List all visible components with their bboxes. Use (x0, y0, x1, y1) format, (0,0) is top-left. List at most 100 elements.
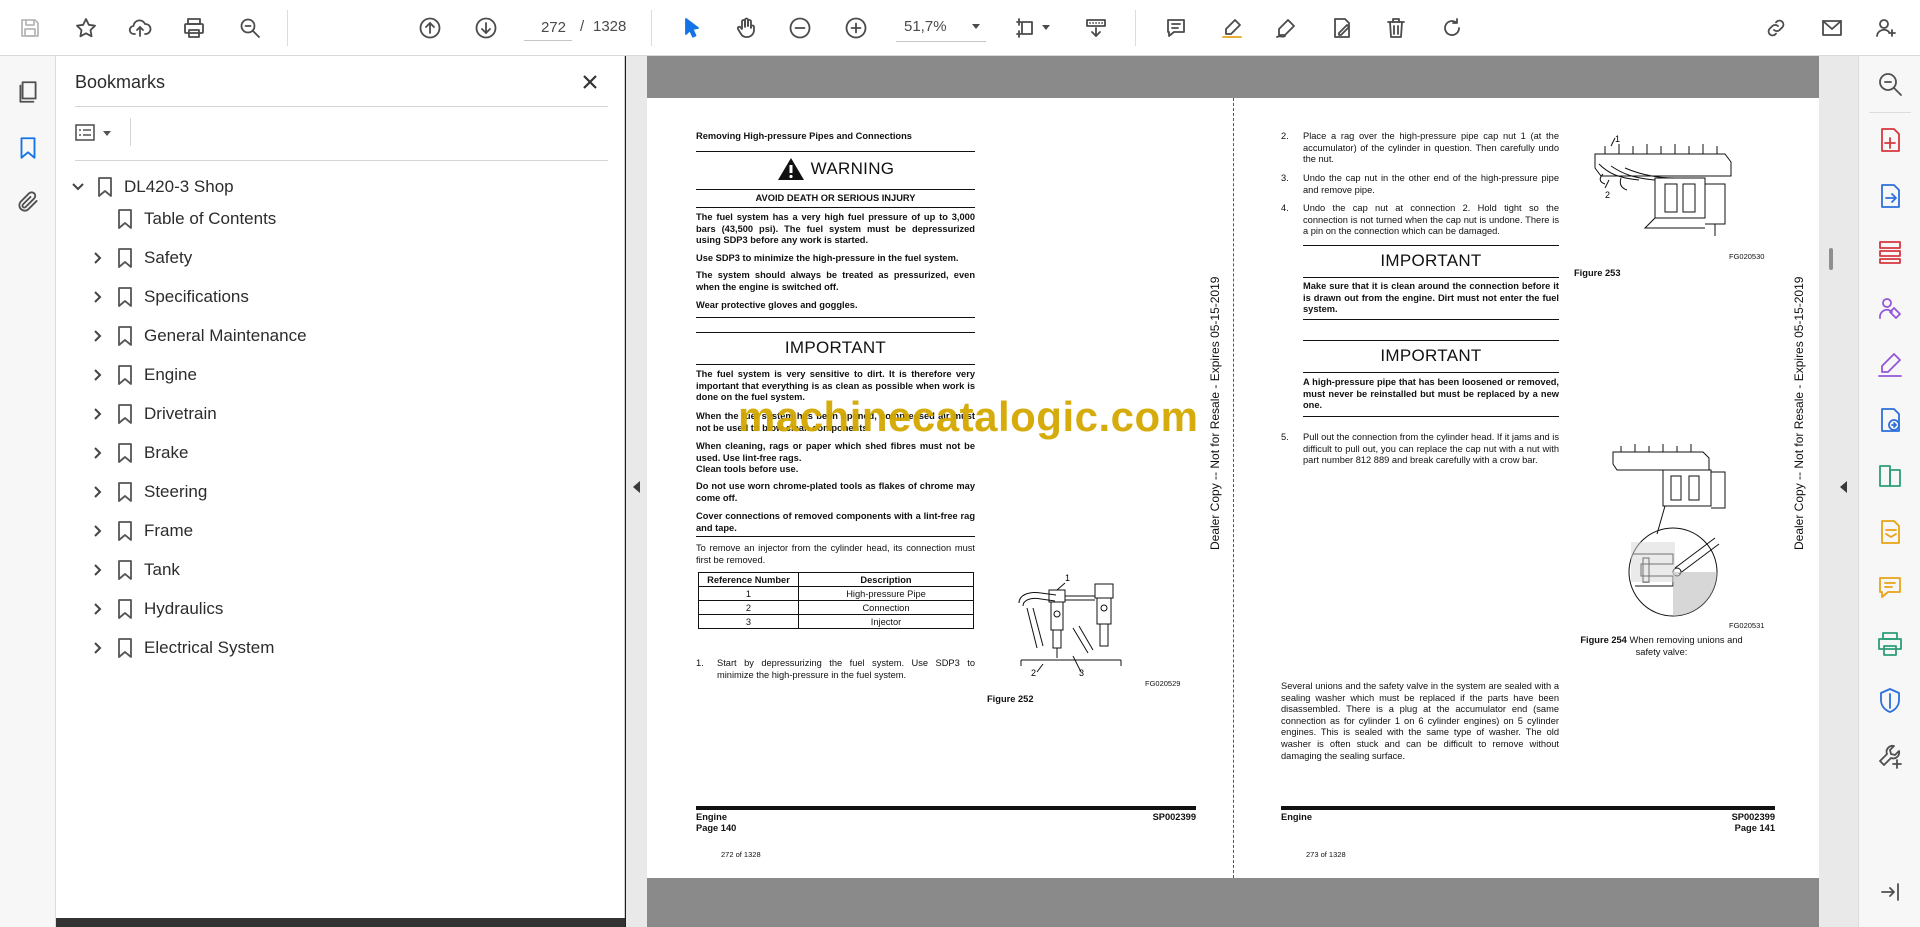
select-cursor-icon[interactable] (676, 12, 708, 44)
chevron-right-icon[interactable] (86, 480, 110, 504)
export-pdf-icon[interactable] (1874, 180, 1906, 212)
rotate-icon[interactable] (1436, 12, 1468, 44)
important-title: IMPORTANT (1380, 251, 1482, 270)
bookmark-root[interactable]: DL420-3 Shop (66, 170, 234, 204)
page-thumbnails-icon[interactable] (12, 76, 44, 108)
bookmark-item[interactable]: General Maintenance (86, 319, 307, 353)
bookmarks-horizontal-scrollbar[interactable] (56, 918, 625, 927)
zoom-in-icon[interactable] (840, 12, 872, 44)
hand-tool-icon[interactable] (730, 12, 762, 44)
bookmark-item[interactable]: Frame (86, 514, 193, 548)
footer-page: Page 140 (696, 823, 737, 833)
search-tool-icon[interactable] (1874, 68, 1906, 100)
bookmark-item[interactable]: Table of Contents (86, 202, 276, 236)
print-production-icon[interactable] (1874, 628, 1906, 660)
share-link-icon[interactable] (1760, 12, 1792, 44)
close-icon[interactable] (576, 68, 604, 96)
bookmark-item[interactable]: Specifications (86, 280, 249, 314)
comment-tool-icon[interactable] (1874, 572, 1906, 604)
figure-caption: Figure 253 (1574, 268, 1621, 278)
table-header: Reference Number (698, 572, 799, 587)
pdf-page-spread: Removing High-pressure Pipes and Connect… (647, 98, 1819, 878)
step-number: 1. (696, 658, 704, 668)
chevron-right-icon[interactable] (86, 285, 110, 309)
collapse-right-panel-icon[interactable] (1837, 472, 1851, 502)
table-header: Description (798, 572, 974, 587)
step-number: 4. (1281, 203, 1289, 213)
more-tools-icon[interactable] (1874, 740, 1906, 772)
previous-page-icon[interactable] (414, 12, 446, 44)
chevron-down-icon (103, 130, 111, 136)
bookmark-item[interactable]: Brake (86, 436, 188, 470)
important-text-1: Make sure that it is clean around the co… (1303, 281, 1559, 315)
chevron-down-icon[interactable] (66, 175, 90, 199)
collapse-tools-icon[interactable] (1874, 876, 1906, 908)
bookmark-root-label: DL420-3 Shop (124, 177, 234, 196)
draw-signature-icon[interactable] (1270, 12, 1302, 44)
bookmark-item[interactable]: Tank (86, 553, 180, 587)
chevron-right-icon[interactable] (86, 402, 110, 426)
create-pdf-icon[interactable] (1874, 124, 1906, 156)
bookmark-item[interactable]: Safety (86, 241, 192, 275)
print-icon[interactable] (178, 12, 210, 44)
compare-files-icon[interactable] (1874, 460, 1906, 492)
bookmark-icon (110, 402, 140, 426)
delete-trash-icon[interactable] (1380, 12, 1412, 44)
page-counter: 272 of 1328 (721, 850, 761, 859)
scroll-mode-icon[interactable] (1080, 12, 1112, 44)
chevron-right-icon[interactable] (86, 246, 110, 270)
table-row: 2 Connection (698, 600, 974, 615)
account-icon[interactable] (1870, 12, 1902, 44)
important-text-2: A high-pressure pipe that has been loose… (1303, 377, 1559, 411)
bookmark-options-button[interactable] (75, 118, 121, 148)
request-signatures-icon[interactable] (1874, 292, 1906, 324)
rich-media-icon[interactable] (1874, 516, 1906, 548)
comment-icon[interactable] (1160, 12, 1192, 44)
email-icon[interactable] (1816, 12, 1848, 44)
chevron-right-icon[interactable] (86, 519, 110, 543)
send-for-review-icon[interactable] (1874, 404, 1906, 436)
bookmark-item-label: Steering (144, 482, 208, 501)
warning-para-4: Wear protective gloves and goggles. (696, 300, 858, 310)
attachments-paperclip-icon[interactable] (12, 186, 44, 218)
warning-triangle-icon (777, 158, 804, 180)
highlight-pen-icon[interactable] (1216, 12, 1248, 44)
page-number-input[interactable] (524, 14, 572, 41)
fill-sign-icon[interactable] (1874, 348, 1906, 380)
warning-title: WARNING (810, 159, 895, 178)
figure-252-injector-drawing: 1 2 3 (1018, 573, 1122, 678)
page-fit-icon[interactable] (1010, 12, 1042, 44)
bookmark-item-label: General Maintenance (144, 326, 307, 345)
bookmark-item-label: Brake (144, 443, 189, 462)
bookmark-item[interactable]: Electrical System (86, 631, 274, 665)
collapse-left-panel-icon[interactable] (630, 472, 644, 502)
chevron-right-icon[interactable] (86, 363, 110, 387)
chevron-right-icon[interactable] (86, 324, 110, 348)
vertical-scrollbar-thumb[interactable] (1829, 248, 1833, 270)
total-pages: 1328 (593, 18, 627, 35)
important-para-4: Clean tools before use. (696, 464, 799, 474)
bookmarks-icon[interactable] (12, 132, 44, 164)
bookmark-item[interactable]: Hydraulics (86, 592, 223, 626)
edit-text-icon[interactable] (1326, 12, 1358, 44)
search-icon[interactable] (234, 12, 266, 44)
bookmark-item[interactable]: Steering (86, 475, 207, 509)
chevron-right-icon[interactable] (86, 597, 110, 621)
upload-cloud-icon[interactable] (124, 12, 156, 44)
bookmark-item[interactable]: Drivetrain (86, 397, 217, 431)
intro-text: To remove an injector from the cylinder … (696, 543, 975, 565)
chevron-down-icon[interactable] (1042, 25, 1050, 30)
page-separator: / (580, 18, 585, 35)
chevron-right-icon[interactable] (86, 558, 110, 582)
chevron-right-icon[interactable] (86, 441, 110, 465)
save-icon[interactable] (14, 12, 46, 44)
zoom-dropdown[interactable]: 51,7% (896, 14, 986, 42)
bookmark-star-icon[interactable] (70, 12, 102, 44)
chevron-right-icon[interactable] (86, 636, 110, 660)
next-page-icon[interactable] (470, 12, 502, 44)
organize-pages-icon[interactable] (1874, 236, 1906, 268)
protect-shield-icon[interactable] (1874, 684, 1906, 716)
bookmark-item[interactable]: Engine (86, 358, 197, 392)
bookmark-icon (110, 324, 140, 348)
zoom-out-icon[interactable] (784, 12, 816, 44)
